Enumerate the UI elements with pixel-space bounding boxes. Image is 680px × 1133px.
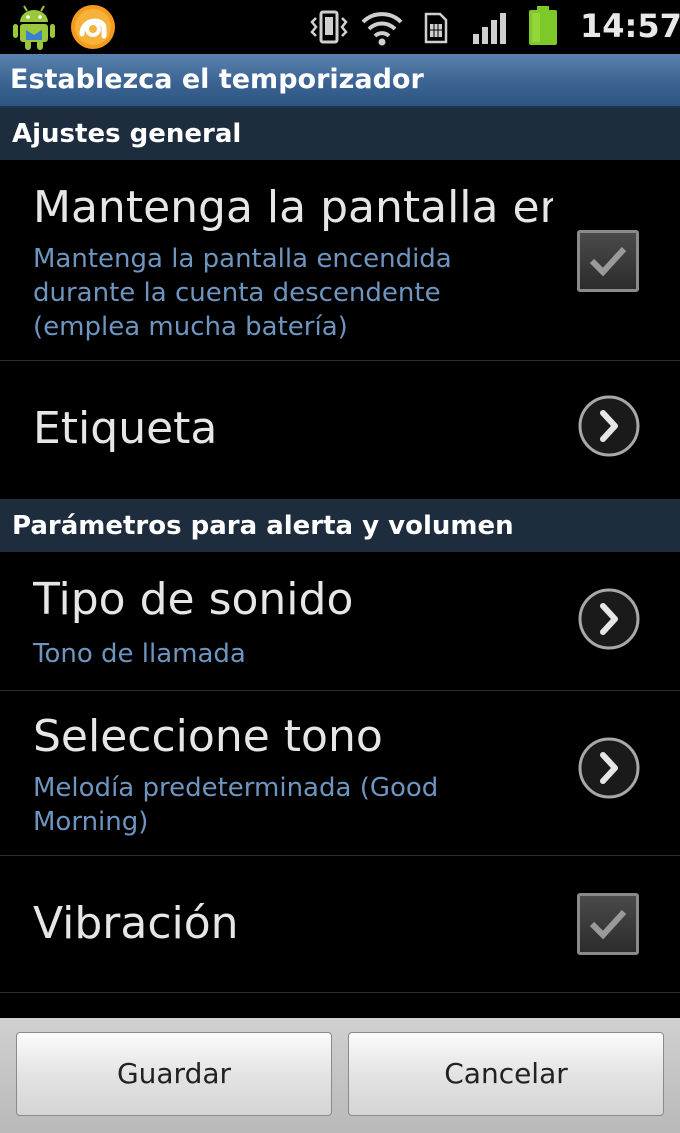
setting-title: Mantenga la pantalla encendida xyxy=(33,182,553,233)
title-bar: Establezca el temporizador xyxy=(0,54,680,108)
section-header-label: Ajustes general xyxy=(12,119,242,149)
screen-title: Establezca el temporizador xyxy=(10,64,424,95)
setting-select-tone[interactable]: Seleccione tono Melodía predeterminada (… xyxy=(0,691,680,856)
setting-summary: Melodía predeterminada (Good Morning) xyxy=(33,773,439,837)
chevron-right-icon[interactable] xyxy=(577,736,641,800)
status-time: 14:57 xyxy=(580,7,680,45)
checkmark-icon xyxy=(589,909,627,940)
status-bar: 14:57 xyxy=(0,0,680,54)
setting-vibration[interactable]: Vibración xyxy=(0,856,680,993)
wifi-icon xyxy=(361,12,403,46)
battery-icon xyxy=(529,6,557,45)
section-header-label: Parámetros para alerta y volumen xyxy=(12,511,514,541)
setting-summary: Mantenga la pantalla encendida durante l… xyxy=(33,244,452,342)
cancel-button[interactable]: Cancelar xyxy=(348,1032,664,1116)
app-notification-icon xyxy=(71,5,115,49)
setting-title: Seleccione tono xyxy=(33,711,383,762)
sim-card-icon xyxy=(424,12,448,44)
chevron-right-icon[interactable] xyxy=(577,587,641,651)
setting-keep-screen-on[interactable]: Mantenga la pantalla encendida Mantenga … xyxy=(0,160,680,361)
setting-label[interactable]: Etiqueta xyxy=(0,361,680,500)
checkmark-icon xyxy=(589,246,627,277)
setting-summary: Tono de llamada xyxy=(33,639,246,669)
section-header-alert-volume: Parámetros para alerta y volumen xyxy=(0,500,680,552)
setting-title: Etiqueta xyxy=(33,403,218,454)
button-bar: Guardar Cancelar xyxy=(0,1018,680,1133)
setting-sound-type[interactable]: Tipo de sonido Tono de llamada xyxy=(0,552,680,691)
chevron-right-icon[interactable] xyxy=(577,394,641,458)
save-button[interactable]: Guardar xyxy=(16,1032,332,1116)
vibration-checkbox[interactable] xyxy=(577,893,639,955)
vibrate-icon xyxy=(310,10,348,44)
section-header-general: Ajustes general xyxy=(0,108,680,160)
setting-title: Tipo de sonido xyxy=(33,574,354,625)
android-notification-icon xyxy=(13,5,55,50)
signal-bars-icon xyxy=(473,13,506,44)
keep-screen-on-checkbox[interactable] xyxy=(577,230,639,292)
setting-title: Vibración xyxy=(33,898,239,949)
screen: 14:57 Establezca el temporizador Ajustes… xyxy=(0,0,680,1133)
